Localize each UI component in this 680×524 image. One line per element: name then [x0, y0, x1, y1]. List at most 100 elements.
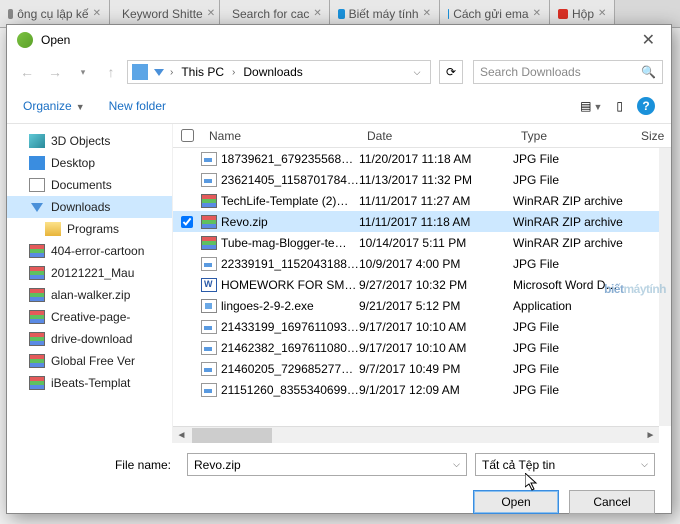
file-date: 9/17/2017 10:10 AM: [359, 341, 513, 355]
tree-item[interactable]: 3D Objects: [7, 130, 172, 152]
tab-close-icon[interactable]: ✕: [598, 8, 606, 19]
breadcrumb[interactable]: › This PC › Downloads ⌵: [127, 60, 431, 84]
file-row[interactable]: Tube-mag-Blogger-te…10/14/2017 5:11 PMWi…: [173, 232, 671, 253]
browser-tab[interactable]: Keyword Shitte✕: [110, 0, 220, 27]
file-type: WinRAR ZIP archive: [513, 215, 633, 229]
file-date: 9/27/2017 10:32 PM: [359, 278, 513, 292]
tree-item[interactable]: Global Free Ver: [7, 350, 172, 372]
tab-close-icon[interactable]: ✕: [533, 8, 541, 19]
rar-icon: [29, 288, 45, 302]
column-size[interactable]: Size: [633, 129, 671, 143]
file-row[interactable]: Revo.zip11/11/2017 11:18 AMWinRAR ZIP ar…: [173, 211, 671, 232]
file-type: WinRAR ZIP archive: [513, 194, 633, 208]
breadcrumb-seg[interactable]: Downloads: [239, 65, 306, 79]
rar-icon: [29, 310, 45, 324]
chevron-down-icon[interactable]: ⌵: [641, 459, 648, 470]
file-type: JPG File: [513, 383, 633, 397]
jpg-icon: [201, 173, 217, 187]
dialog-bottom: File name: Revo.zip ⌵ Tất cả Tệp tin ⌵ O…: [7, 443, 671, 524]
chevron-down-icon[interactable]: ⌵: [408, 67, 426, 78]
file-row[interactable]: 21460205_72968527723…9/7/2017 10:49 PMJP…: [173, 358, 671, 379]
horizontal-scrollbar[interactable]: ◄ ►: [173, 426, 659, 443]
rar-icon: [29, 332, 45, 346]
tree-item[interactable]: Creative-page-: [7, 306, 172, 328]
tree-item[interactable]: 20121221_Mau: [7, 262, 172, 284]
tree-item[interactable]: 404-error-cartoon: [7, 240, 172, 262]
filetype-filter[interactable]: Tất cả Tệp tin ⌵: [475, 453, 655, 476]
file-name: 23621405_11587017842…: [221, 173, 359, 187]
column-type[interactable]: Type: [513, 129, 633, 143]
chevron-down-icon[interactable]: ⌵: [453, 459, 460, 470]
open-button[interactable]: Open: [473, 490, 559, 514]
tab-close-icon[interactable]: ✕: [423, 8, 431, 19]
file-list: Name Date Type Size 18739621_67923556894…: [173, 124, 671, 443]
forward-button[interactable]: →: [43, 60, 67, 84]
browser-tab[interactable]: Hộp✕: [550, 0, 615, 27]
file-row[interactable]: 21433199_16976110935…9/17/2017 10:10 AMJ…: [173, 316, 671, 337]
tab-close-icon[interactable]: ✕: [93, 8, 101, 19]
tree-item[interactable]: alan-walker.zip: [7, 284, 172, 306]
breadcrumb-seg[interactable]: This PC: [177, 65, 228, 79]
column-name[interactable]: Name: [201, 129, 359, 143]
file-name-cell: 21460205_72968527723…: [201, 362, 359, 376]
file-row[interactable]: HOMEWORK FOR SMA…9/27/2017 10:32 PMMicro…: [173, 274, 671, 295]
search-input[interactable]: Search Downloads 🔍: [473, 60, 663, 84]
tree-item[interactable]: drive-download: [7, 328, 172, 350]
file-type: JPG File: [513, 257, 633, 271]
browser-tab[interactable]: Cách gửi ema✕: [440, 0, 550, 27]
file-name: Revo.zip: [221, 215, 268, 229]
scroll-left-icon[interactable]: ◄: [173, 427, 190, 444]
chevron-right-icon[interactable]: ›: [170, 67, 173, 78]
tree-item[interactable]: Programs: [7, 218, 172, 240]
vertical-scrollbar[interactable]: [659, 148, 671, 426]
cancel-button[interactable]: Cancel: [569, 490, 655, 514]
back-button[interactable]: ←: [15, 60, 39, 84]
row-checkbox[interactable]: [173, 216, 201, 228]
file-name-cell: 21151260_83553406995…: [201, 383, 359, 397]
new-folder-button[interactable]: New folder: [109, 99, 166, 113]
jpg-icon: [201, 383, 217, 397]
rar-icon: [201, 236, 217, 250]
view-options-icon[interactable]: ▤▼: [580, 99, 602, 113]
dialog-body: 3D Objects Desktop Documents DownloadsProgr…: [7, 123, 671, 443]
file-name: lingoes-2-9-2.exe: [221, 299, 314, 313]
browser-tab[interactable]: ông cụ lập kế ✕: [0, 0, 110, 27]
tab-close-icon[interactable]: ✕: [207, 8, 215, 19]
close-icon[interactable]: ✕: [636, 30, 661, 50]
file-row[interactable]: 21462382_16976110802…9/17/2017 10:10 AMJ…: [173, 337, 671, 358]
preview-pane-icon[interactable]: ▯: [616, 99, 623, 113]
dialog-title: Open: [41, 33, 70, 47]
tree-item[interactable]: Documents: [7, 174, 172, 196]
chevron-right-icon[interactable]: ›: [232, 67, 235, 78]
file-row[interactable]: 23621405_11587017842…11/13/2017 11:32 PM…: [173, 169, 671, 190]
tree-item[interactable]: Downloads: [7, 196, 172, 218]
tree-item[interactable]: iBeats-Templat: [7, 372, 172, 394]
file-row[interactable]: 22339191_11520431882…10/9/2017 4:00 PMJP…: [173, 253, 671, 274]
tree-item[interactable]: Desktop: [7, 152, 172, 174]
tree-item-label: Documents: [51, 178, 112, 192]
scrollbar-thumb[interactable]: [192, 428, 272, 443]
browser-tab[interactable]: Biết máy tính✕: [330, 0, 440, 27]
help-icon[interactable]: ?: [637, 97, 655, 115]
organize-button[interactable]: Organize▼: [23, 99, 85, 113]
tree-item-label: 20121221_Mau: [51, 266, 134, 280]
file-date: 10/14/2017 5:11 PM: [359, 236, 513, 250]
tab-close-icon[interactable]: ✕: [313, 8, 321, 19]
file-rows: 18739621_67923556894…11/20/2017 11:18 AM…: [173, 148, 671, 420]
column-date[interactable]: Date: [359, 129, 513, 143]
file-row[interactable]: 18739621_67923556894…11/20/2017 11:18 AM…: [173, 148, 671, 169]
browser-tab[interactable]: Search for cac✕: [220, 0, 330, 27]
tab-label: ông cụ lập kế: [17, 7, 88, 21]
scroll-right-icon[interactable]: ►: [642, 427, 659, 444]
recent-dropdown-icon[interactable]: ▾: [71, 60, 95, 84]
file-date: 9/21/2017 5:12 PM: [359, 299, 513, 313]
file-row[interactable]: TechLife-Template (2)…11/11/2017 11:27 A…: [173, 190, 671, 211]
titlebar: Open ✕: [7, 25, 671, 55]
tree-item-label: 3D Objects: [51, 134, 110, 148]
file-row[interactable]: lingoes-2-9-2.exe9/21/2017 5:12 PMApplic…: [173, 295, 671, 316]
refresh-button[interactable]: ⟳: [439, 60, 463, 84]
select-all-checkbox[interactable]: [173, 129, 201, 142]
filename-input[interactable]: Revo.zip ⌵: [187, 453, 467, 476]
file-row[interactable]: 21151260_83553406995…9/1/2017 12:09 AMJP…: [173, 379, 671, 400]
up-button[interactable]: ↑: [99, 60, 123, 84]
